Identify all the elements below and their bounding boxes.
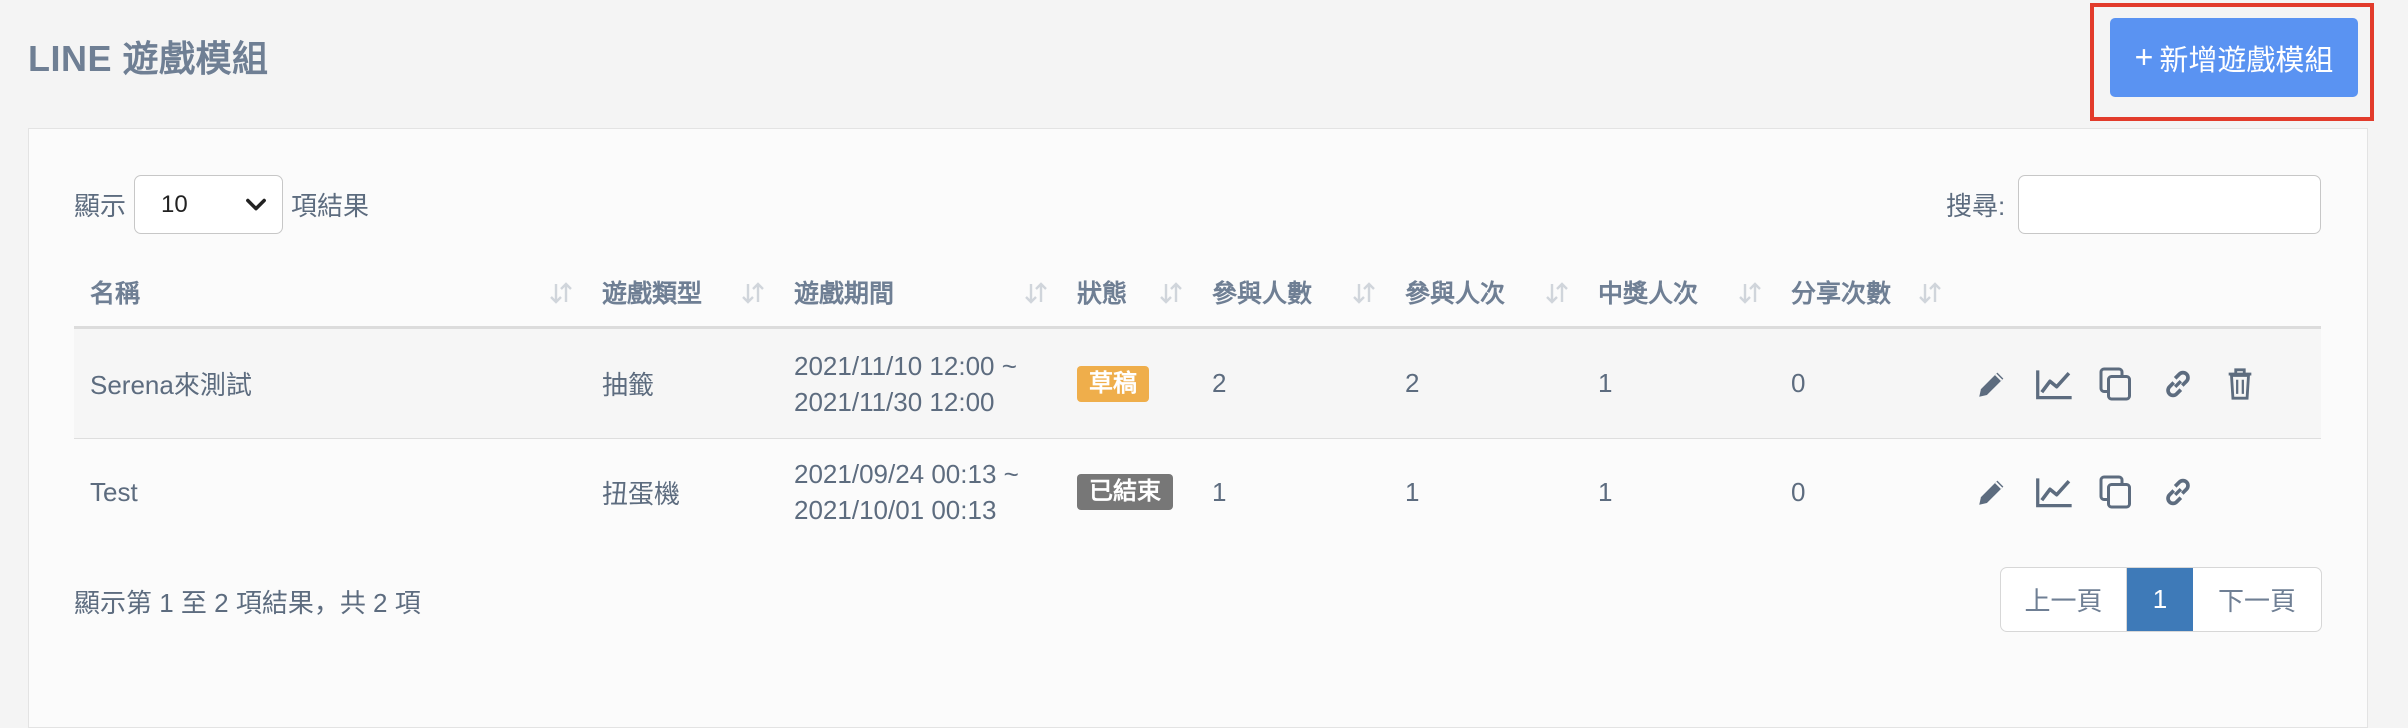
cell-shares: 0	[1775, 438, 1955, 545]
cell-participants: 1	[1196, 438, 1389, 545]
cell-status: 草稿	[1061, 327, 1196, 439]
page-1-button[interactable]: 1	[2127, 568, 2193, 631]
actions-column-header	[1955, 258, 2321, 329]
column-header[interactable]: 參與人次	[1389, 258, 1582, 329]
chart-icon[interactable]	[2035, 365, 2073, 403]
copy-icon[interactable]	[2097, 473, 2135, 511]
results-info: 顯示第 1 至 2 項結果，共 2 項	[74, 588, 421, 618]
sort-icon	[740, 280, 766, 306]
pagination: 上一頁 1 下一頁	[2000, 567, 2322, 632]
status-badge: 草稿	[1077, 365, 1149, 402]
column-header[interactable]: 遊戲期間	[778, 258, 1061, 329]
sort-icon	[1917, 280, 1943, 306]
cell-period: 2021/11/10 12:00 ~ 2021/11/30 12:00	[778, 327, 1061, 439]
prev-page-button[interactable]: 上一頁	[2001, 568, 2127, 631]
column-header[interactable]: 狀態	[1061, 258, 1196, 329]
game-module-table: 名稱 遊戲類型 遊戲期間 狀態 參與人數 參與人次 中獎人次 分享次數 Sere…	[74, 258, 2321, 545]
cell-winners: 1	[1582, 327, 1775, 439]
column-header[interactable]: 名稱	[74, 258, 586, 329]
sort-icon	[1158, 280, 1184, 306]
chevron-down-icon	[242, 190, 270, 225]
column-header[interactable]: 分享次數	[1775, 258, 1955, 329]
cell-type: 扭蛋機	[586, 438, 778, 545]
pencil-icon[interactable]	[1973, 365, 2011, 403]
sort-icon	[1737, 280, 1763, 306]
add-game-module-button[interactable]: + 新增遊戲模組	[2110, 18, 2358, 97]
cell-type: 抽籤	[586, 327, 778, 439]
status-badge: 已結束	[1077, 474, 1173, 510]
column-header[interactable]: 參與人數	[1196, 258, 1389, 329]
column-header-label: 遊戲類型	[602, 280, 703, 308]
cell-actions	[1955, 327, 2321, 439]
length-prefix-label: 顯示	[74, 191, 127, 221]
cell-winners: 1	[1582, 438, 1775, 545]
chart-icon[interactable]	[2035, 473, 2073, 511]
column-header-label: 中獎人次	[1598, 280, 1699, 308]
cell-participants: 2	[1196, 327, 1389, 439]
page-length-select[interactable]: 10	[134, 175, 283, 234]
length-suffix-label: 項結果	[291, 191, 370, 221]
link-icon[interactable]	[2159, 473, 2197, 511]
link-icon[interactable]	[2159, 365, 2197, 403]
copy-icon[interactable]	[2097, 365, 2135, 403]
cell-actions	[1955, 438, 2321, 545]
period-start: 2021/11/10 12:00 ~	[794, 350, 1017, 381]
column-header[interactable]: 遊戲類型	[586, 258, 778, 329]
column-header-label: 分享次數	[1791, 280, 1892, 308]
sort-icon	[1544, 280, 1570, 306]
cell-name: Serena來測試	[74, 327, 586, 439]
column-header-label: 參與人次	[1405, 280, 1506, 308]
column-header-label: 參與人數	[1212, 280, 1313, 308]
cell-participations: 2	[1389, 327, 1582, 439]
cell-name: Test	[74, 438, 586, 545]
cell-status: 已結束	[1061, 438, 1196, 545]
plus-icon: +	[2134, 39, 2154, 75]
next-page-button[interactable]: 下一頁	[2193, 568, 2321, 631]
cell-participations: 1	[1389, 438, 1582, 545]
page-title: LINE 遊戲模組	[28, 38, 269, 79]
table-row: Test 扭蛋機 2021/09/24 00:13 ~ 2021/10/01 00…	[74, 438, 2321, 545]
page-length-value: 10	[161, 190, 188, 218]
table-header-row: 名稱 遊戲類型 遊戲期間 狀態 參與人數 參與人次 中獎人次 分享次數	[74, 258, 2321, 329]
trash-icon[interactable]	[2221, 365, 2259, 403]
column-header-label: 遊戲期間	[794, 280, 895, 308]
column-header-label: 狀態	[1077, 280, 1128, 308]
search-label: 搜尋:	[1946, 191, 2006, 221]
cell-period: 2021/09/24 00:13 ~ 2021/10/01 00:13	[778, 438, 1061, 545]
search-input[interactable]	[2018, 175, 2321, 234]
add-button-label: 新增遊戲模組	[2159, 44, 2334, 77]
period-end: 2021/11/30 12:00	[794, 386, 995, 417]
sort-icon	[1023, 280, 1049, 306]
column-header[interactable]: 中獎人次	[1582, 258, 1775, 329]
table-row: Serena來測試 抽籤 2021/11/10 12:00 ~ 2021/11/3…	[74, 327, 2321, 439]
pencil-icon[interactable]	[1973, 473, 2011, 511]
period-end: 2021/10/01 00:13	[794, 495, 997, 525]
sort-icon	[548, 280, 574, 306]
sort-icon	[1351, 280, 1377, 306]
cell-shares: 0	[1775, 327, 1955, 439]
column-header-label: 名稱	[90, 280, 141, 308]
period-start: 2021/09/24 00:13 ~	[794, 459, 1019, 489]
